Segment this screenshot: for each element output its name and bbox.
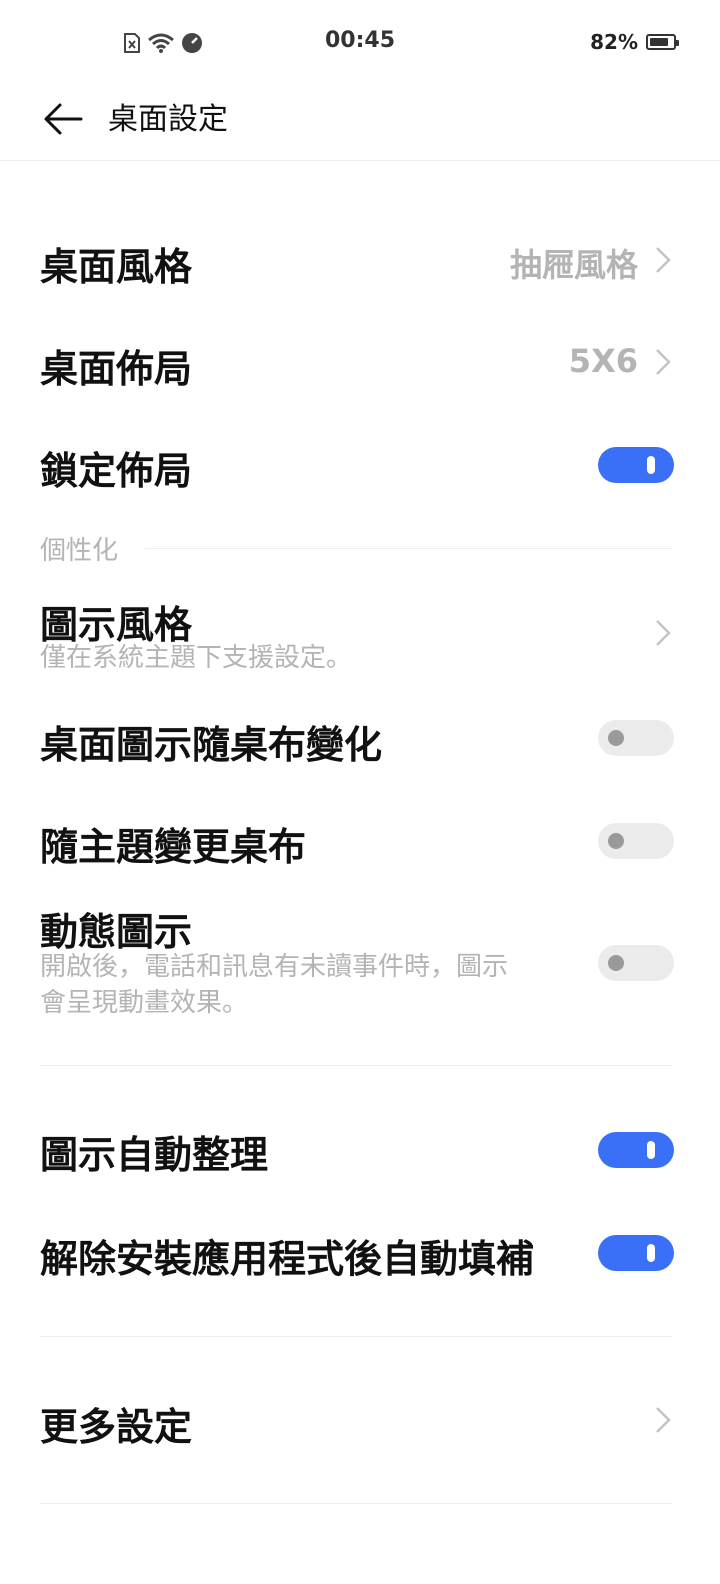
section-divider [145, 548, 672, 549]
battery-percentage: 82% [590, 30, 638, 54]
wallpaper-follow-theme-row: 隨主題變更桌布 [0, 790, 720, 890]
chevron-right-icon [656, 1407, 671, 1433]
desktop-style-row[interactable]: 桌面風格 抽屜風格 [0, 210, 720, 310]
lock-layout-row: 鎖定佈局 [0, 414, 720, 514]
desktop-style-value: 抽屜風格 [509, 246, 638, 284]
auto-arrange-row: 圖示自動整理 [0, 1098, 720, 1198]
app-header: 桌面設定 [0, 88, 720, 161]
chevron-right-icon [656, 349, 671, 375]
back-arrow-icon [44, 103, 83, 135]
more-settings-row[interactable]: 更多設定 [0, 1370, 720, 1470]
section-header-personalization: 個性化 [40, 536, 119, 566]
status-bar: 00:45 82% [0, 0, 720, 88]
dynamic-icons-row: 動態圖示 開啟後，電話和訊息有未讀事件時，圖示 會呈現動畫效果。 [0, 895, 720, 1035]
dynamic-icons-description-line1: 開啟後，電話和訊息有未讀事件時，圖示 [40, 952, 509, 982]
desktop-layout-label: 桌面佈局 [40, 347, 193, 391]
page-title: 桌面設定 [108, 102, 228, 137]
icon-follow-wallpaper-label: 桌面圖示隨桌布變化 [40, 723, 383, 767]
wallpaper-follow-theme-toggle[interactable] [598, 823, 674, 859]
chevron-right-icon [656, 247, 671, 273]
divider [40, 1336, 672, 1337]
icon-style-description: 僅在系統主題下支援設定。 [40, 643, 353, 673]
lock-layout-toggle[interactable] [598, 447, 674, 483]
wallpaper-follow-theme-label: 隨主題變更桌布 [40, 825, 307, 869]
chevron-right-icon [656, 620, 671, 646]
icon-follow-wallpaper-toggle[interactable] [598, 720, 674, 756]
auto-fill-toggle[interactable] [598, 1235, 674, 1271]
icon-style-row[interactable]: 圖示風格 僅在系統主題下支援設定。 [0, 580, 720, 686]
desktop-style-label: 桌面風格 [40, 245, 193, 289]
dynamic-icons-description-line2: 會呈現動畫效果。 [40, 988, 249, 1018]
divider [40, 1065, 672, 1066]
desktop-layout-row[interactable]: 桌面佈局 5X6 [0, 312, 720, 412]
icon-follow-wallpaper-row: 桌面圖示隨桌布變化 [0, 688, 720, 788]
dynamic-icons-label: 動態圖示 [40, 910, 193, 954]
auto-fill-label: 解除安裝應用程式後自動填補 [40, 1237, 535, 1281]
battery-indicator: 82% [590, 30, 679, 54]
battery-icon [646, 34, 679, 50]
back-button[interactable] [40, 96, 86, 142]
auto-fill-row: 解除安裝應用程式後自動填補 [0, 1200, 720, 1300]
auto-arrange-label: 圖示自動整理 [40, 1133, 269, 1177]
lock-layout-label: 鎖定佈局 [40, 449, 193, 493]
auto-arrange-toggle[interactable] [598, 1132, 674, 1168]
desktop-layout-value: 5X6 [568, 342, 638, 380]
divider [40, 1503, 672, 1504]
dynamic-icons-toggle[interactable] [598, 945, 674, 981]
more-settings-label: 更多設定 [40, 1405, 193, 1449]
